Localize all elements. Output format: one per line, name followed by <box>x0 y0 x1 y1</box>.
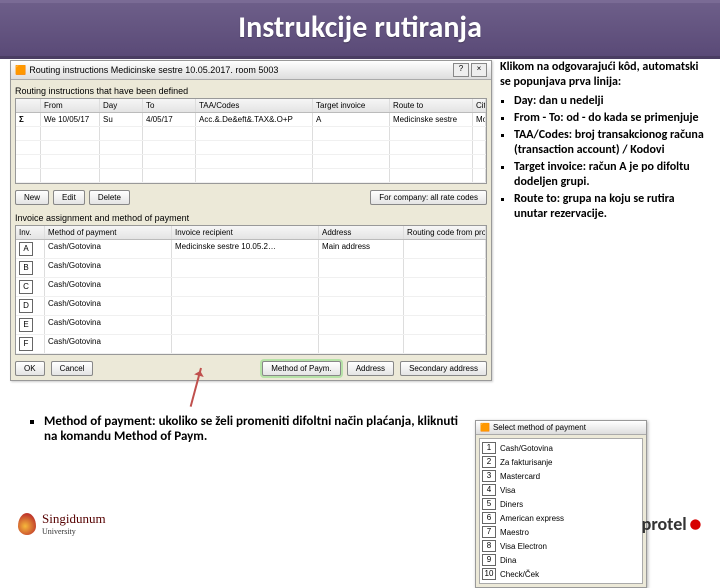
routing-row[interactable]: Σ We 10/05/17 Su 4/05/17 Acc.&.De&eft&.T… <box>16 113 486 127</box>
section2-label: Invoice assignment and method of payment <box>15 213 487 223</box>
invoice-row[interactable]: CCash/Gotovina <box>16 278 486 297</box>
delete-button[interactable]: Delete <box>89 190 130 205</box>
col-recipient[interactable]: Invoice recipient <box>172 226 319 239</box>
invoice-row[interactable]: DCash/Gotovina <box>16 297 486 316</box>
payment-option[interactable]: 8Visa Electron <box>482 539 640 553</box>
invoice-grid: Inv. Method of payment Invoice recipient… <box>15 225 487 355</box>
col-to[interactable]: To <box>143 99 196 112</box>
explanation-item: TAA/Codes: broj transakcionog računa (tr… <box>514 128 705 158</box>
invoice-row[interactable]: ECash/Gotovina <box>16 316 486 335</box>
app-icon: 🟧 <box>15 65 26 76</box>
new-button[interactable]: New <box>15 190 49 205</box>
col-route[interactable]: Route to <box>390 99 473 112</box>
ok-button[interactable]: OK <box>15 361 45 376</box>
window-title: Routing instructions Medicinske sestre 1… <box>29 65 278 75</box>
secondary-address-button[interactable]: Secondary address <box>400 361 487 376</box>
address-button[interactable]: Address <box>347 361 394 376</box>
invoice-row[interactable]: BCash/Gotovina <box>16 259 486 278</box>
close-icon[interactable]: × <box>471 63 487 77</box>
invoice-row[interactable]: ACash/GotovinaMedicinske sestre 10.05.2…… <box>16 240 486 259</box>
payment-option[interactable]: 4Visa <box>482 483 640 497</box>
payment-option[interactable]: 5Diners <box>482 497 640 511</box>
payment-titlebar[interactable]: 🟧Select method of payment <box>476 421 646 435</box>
explanation-item: From - To: od - do kada se primenjuje <box>514 111 705 126</box>
window-titlebar[interactable]: 🟧Routing instructions Medicinske sestre … <box>11 61 491 80</box>
slide-title: Instrukcije rutiranja <box>0 0 720 59</box>
routing-grid: From Day To TAA/Codes Target invoice Rou… <box>15 98 487 184</box>
company-all-button[interactable]: For company: all rate codes <box>370 190 487 205</box>
col-method[interactable]: Method of payment <box>45 226 172 239</box>
edit-button[interactable]: Edit <box>53 190 85 205</box>
footer: SingidunumUniversity protel● <box>0 511 720 536</box>
section-label: Routing instructions that have been defi… <box>15 86 487 96</box>
col-city[interactable]: City <box>473 99 486 112</box>
explanation-item: Target invoice: račun A je po difoltu do… <box>514 160 705 190</box>
payment-option[interactable]: 10Check/Ček <box>482 567 640 581</box>
col-day[interactable]: Day <box>100 99 143 112</box>
routing-row[interactable] <box>16 141 486 155</box>
payment-method-window: 🟧Select method of payment 1Cash/Gotovina… <box>475 420 647 588</box>
protel-logo: protel● <box>642 513 702 535</box>
payment-option[interactable]: 1Cash/Gotovina <box>482 441 640 455</box>
routing-instructions-window: 🟧Routing instructions Medicinske sestre … <box>10 60 492 381</box>
method-of-payment-note: Method of payment: ukoliko se želi prome… <box>28 414 458 444</box>
col-address[interactable]: Address <box>319 226 404 239</box>
flame-icon <box>18 513 36 535</box>
payment-option[interactable]: 3Mastercard <box>482 469 640 483</box>
method-of-paym-button[interactable]: Method of Paym. <box>262 361 340 376</box>
explanation-item: Day: dan u nedelji <box>514 94 705 109</box>
col-routing-code[interactable]: Routing code from profile <box>404 226 486 239</box>
col-taa[interactable]: TAA/Codes <box>196 99 313 112</box>
routing-row[interactable] <box>16 127 486 141</box>
invoice-row[interactable]: FCash/Gotovina <box>16 335 486 354</box>
col-target[interactable]: Target invoice <box>313 99 390 112</box>
explanation-text: Klikom na odgovarajući kôd, automatski s… <box>500 60 705 224</box>
routing-row[interactable] <box>16 169 486 183</box>
app-icon: 🟧 <box>480 423 490 432</box>
explanation-item: Route to: grupa na koju se rutira unutar… <box>514 192 705 222</box>
singidunum-logo: SingidunumUniversity <box>18 511 106 536</box>
payment-option[interactable]: 2Za fakturisanje <box>482 455 640 469</box>
cancel-button[interactable]: Cancel <box>51 361 94 376</box>
col-from[interactable]: From <box>41 99 100 112</box>
help-icon[interactable]: ? <box>453 63 469 77</box>
col-blank[interactable] <box>16 99 41 112</box>
payment-option[interactable]: 9Dina <box>482 553 640 567</box>
col-inv[interactable]: Inv. <box>16 226 45 239</box>
routing-row[interactable] <box>16 155 486 169</box>
